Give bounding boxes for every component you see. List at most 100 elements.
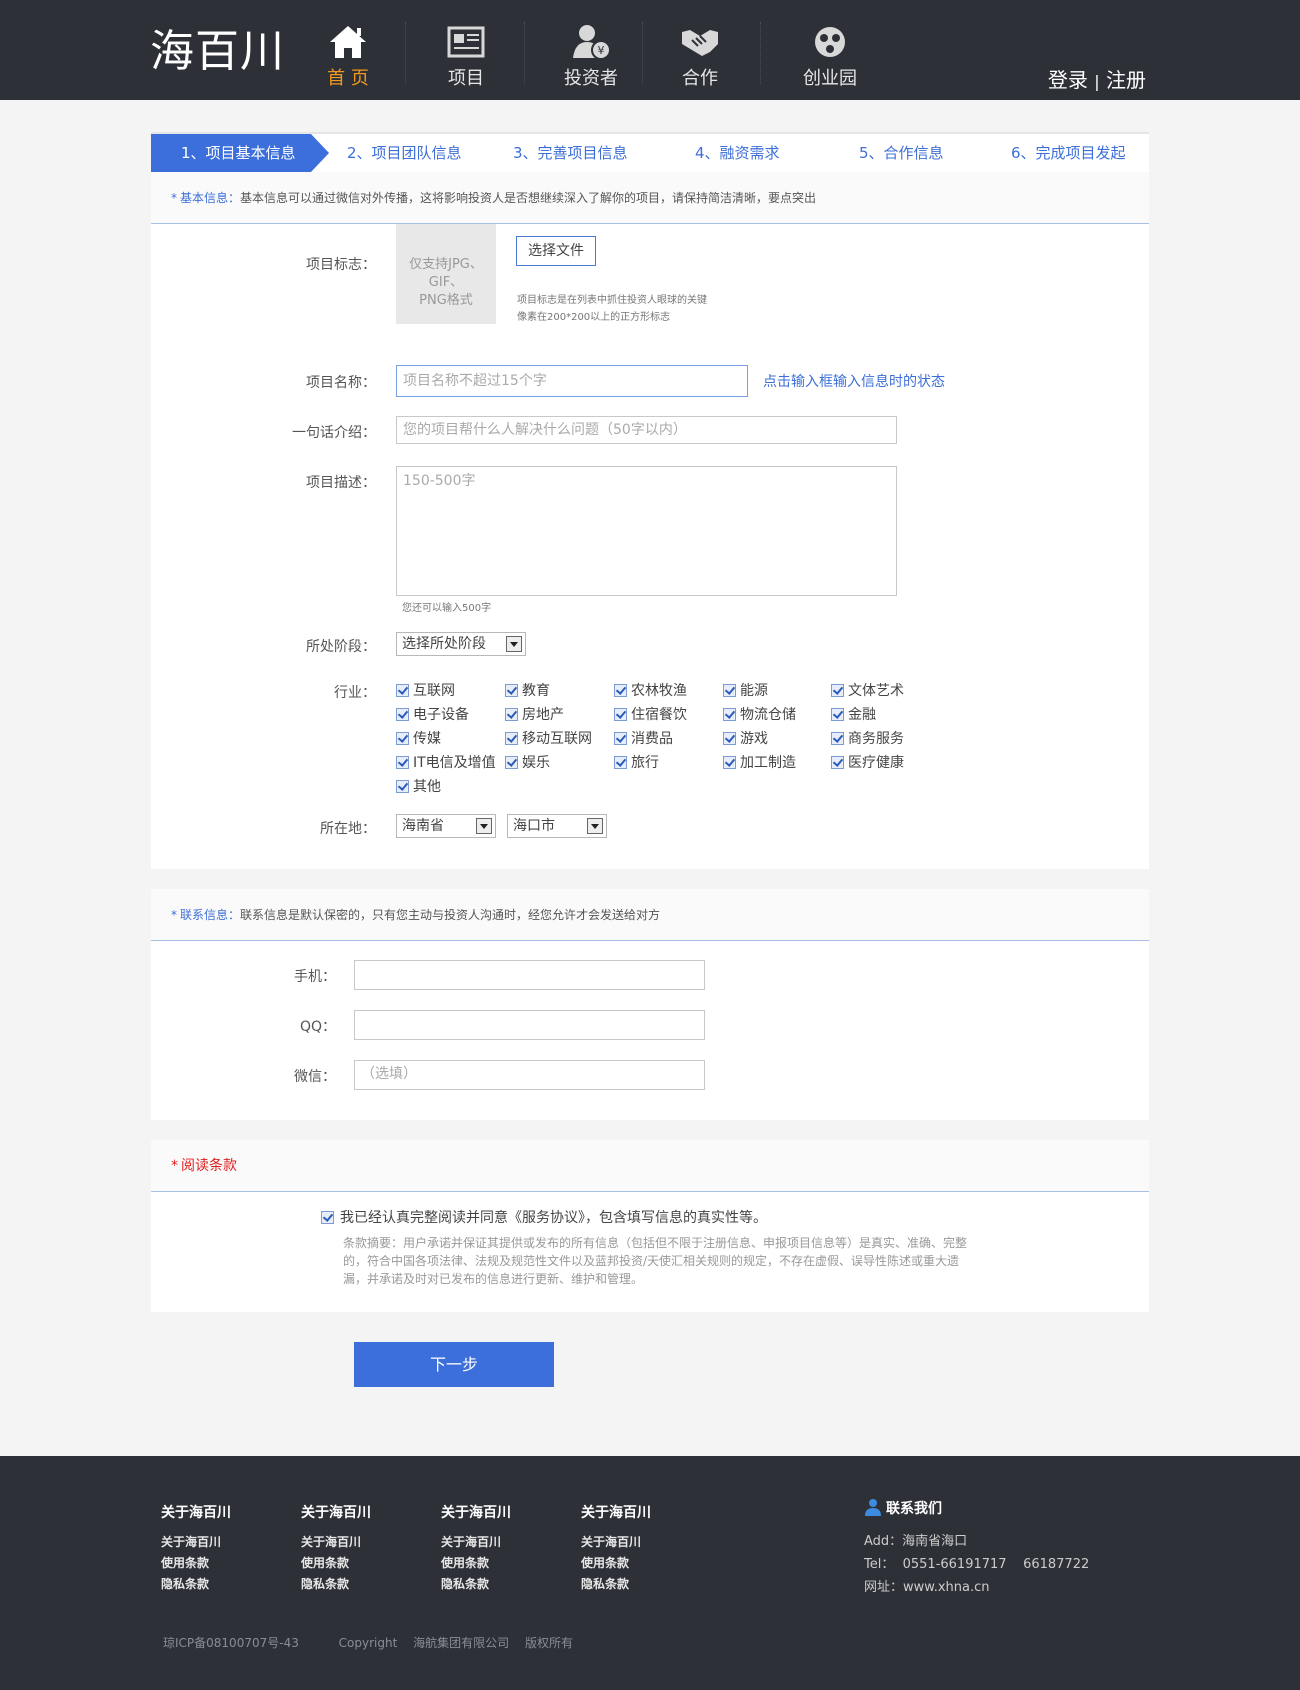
industry-checkbox[interactable]: 移动互联网 (505, 730, 592, 748)
industry-option-label: 传媒 (413, 731, 441, 747)
chevron-down-icon[interactable] (476, 818, 492, 834)
footer-link[interactable]: 隐私条款 (301, 1574, 371, 1595)
city-select-value: 海口市 (513, 818, 555, 834)
step-2[interactable]: 2、项目团队信息 (347, 134, 462, 172)
footer-website[interactable]: 网址：www.xhna.cn (864, 1576, 1089, 1599)
step-3[interactable]: 3、完善项目信息 (513, 134, 628, 172)
checkbox-checked-icon[interactable] (614, 708, 627, 721)
login-link[interactable]: 登录 (1048, 68, 1088, 92)
industry-checkbox[interactable]: 教育 (505, 682, 550, 700)
checkbox-checked-icon[interactable] (505, 684, 518, 697)
checkbox-checked-icon[interactable] (614, 756, 627, 769)
checkbox-checked-icon[interactable] (831, 732, 844, 745)
logo-upload-preview[interactable]: 仅支持JPG、GIF、 PNG格式 (396, 224, 496, 324)
industry-checkbox[interactable]: 互联网 (396, 682, 455, 700)
industry-checkbox[interactable]: IT电信及增值 (396, 754, 496, 772)
agree-terms-checkbox[interactable]: 我已经认真完整阅读并同意《服务协议》，包含填写信息的真实性等。 (321, 1209, 767, 1227)
industry-option-label: 加工制造 (740, 755, 796, 771)
top-header: 海百川 首 页 项目 ¥ 投资者 合作 创业园 登录 | 注册 (0, 0, 1300, 100)
chevron-down-icon[interactable] (506, 636, 522, 652)
nav-cooperation[interactable]: 合作 (645, 22, 755, 90)
industry-checkbox[interactable]: 电子设备 (396, 706, 469, 724)
industry-checkbox[interactable]: 旅行 (614, 754, 659, 772)
step-4[interactable]: 4、融资需求 (695, 134, 780, 172)
register-link[interactable]: 注册 (1106, 68, 1146, 92)
terms-summary-line-2: 的，符合中国各项法律、法规及规范性文件以及蓝邦投资/天使汇相关规则的规定，不存在… (343, 1254, 960, 1268)
industry-option-label: 消费品 (631, 731, 673, 747)
industry-option-label: 文体艺术 (848, 683, 904, 699)
nav-home[interactable]: 首 页 (293, 22, 403, 90)
industry-option-label: 娱乐 (522, 755, 550, 771)
checkbox-checked-icon[interactable] (723, 732, 736, 745)
industry-checkbox[interactable]: 商务服务 (831, 730, 904, 748)
checkbox-checked-icon[interactable] (396, 732, 409, 745)
checkbox-checked-icon[interactable] (396, 708, 409, 721)
wechat-input[interactable]: （选填） (354, 1060, 705, 1090)
icp-number[interactable]: 琼ICP备08100707号-43 (163, 1636, 299, 1650)
svg-text:¥: ¥ (598, 44, 605, 57)
checkbox-checked-icon[interactable] (723, 756, 736, 769)
industry-checkbox[interactable]: 加工制造 (723, 754, 796, 772)
next-step-button[interactable]: 下一步 (354, 1342, 554, 1387)
checkbox-checked-icon[interactable] (396, 780, 409, 793)
checkbox-checked-icon[interactable] (505, 708, 518, 721)
chevron-down-icon[interactable] (587, 818, 603, 834)
checkbox-checked-icon[interactable] (321, 1211, 334, 1224)
checkbox-checked-icon[interactable] (505, 732, 518, 745)
industry-checkbox[interactable]: 住宿餐饮 (614, 706, 687, 724)
footer-link[interactable]: 隐私条款 (441, 1574, 511, 1595)
nav-startup-park[interactable]: 创业园 (775, 22, 885, 90)
industry-checkbox[interactable]: 能源 (723, 682, 768, 700)
industry-checkbox[interactable]: 其他 (396, 778, 441, 796)
footer-link[interactable]: 使用条款 (161, 1553, 231, 1574)
checkbox-checked-icon[interactable] (505, 756, 518, 769)
checkbox-checked-icon[interactable] (396, 684, 409, 697)
industry-checkbox[interactable]: 房地产 (505, 706, 564, 724)
city-select[interactable]: 海口市 (507, 814, 607, 838)
handshake-icon (682, 30, 718, 56)
step-1[interactable]: 1、项目基本信息 (181, 134, 296, 172)
industry-checkbox[interactable]: 金融 (831, 706, 876, 724)
checkbox-checked-icon[interactable] (831, 684, 844, 697)
checkbox-checked-icon[interactable] (723, 684, 736, 697)
footer-link[interactable]: 使用条款 (301, 1553, 371, 1574)
checkbox-checked-icon[interactable] (723, 708, 736, 721)
footer-link[interactable]: 关于海百川 (301, 1532, 371, 1553)
footer-link[interactable]: 隐私条款 (161, 1574, 231, 1595)
terms-title: 阅读条款 (181, 1158, 237, 1174)
province-select[interactable]: 海南省 (396, 814, 496, 838)
project-name-input[interactable]: 项目名称不超过15个字 (396, 365, 748, 397)
footer-link[interactable]: 使用条款 (441, 1553, 511, 1574)
industry-checkbox[interactable]: 娱乐 (505, 754, 550, 772)
industry-checkbox[interactable]: 医疗健康 (831, 754, 904, 772)
checkbox-checked-icon[interactable] (614, 732, 627, 745)
footer-link[interactable]: 关于海百川 (441, 1532, 511, 1553)
site-logo[interactable]: 海百川 (150, 26, 285, 78)
phone-input[interactable] (354, 960, 705, 990)
nav-projects[interactable]: 项目 (411, 22, 521, 90)
stage-select[interactable]: 选择所处阶段 (396, 632, 526, 656)
checkbox-checked-icon[interactable] (614, 684, 627, 697)
logo-format-hint-1: 仅支持JPG、GIF、 (409, 257, 483, 290)
step-5[interactable]: 5、合作信息 (859, 134, 944, 172)
footer-link[interactable]: 关于海百川 (581, 1532, 651, 1553)
checkbox-checked-icon[interactable] (831, 708, 844, 721)
description-textarea[interactable]: 150-500字 (396, 466, 897, 596)
industry-checkbox[interactable]: 物流仓储 (723, 706, 796, 724)
footer-link[interactable]: 使用条款 (581, 1553, 651, 1574)
industry-checkbox[interactable]: 传媒 (396, 730, 441, 748)
investor-icon: ¥ (573, 25, 611, 60)
checkbox-checked-icon[interactable] (831, 756, 844, 769)
industry-checkbox[interactable]: 游戏 (723, 730, 768, 748)
step-6[interactable]: 6、完成项目发起 (1011, 134, 1126, 172)
industry-checkbox[interactable]: 农林牧渔 (614, 682, 687, 700)
footer-link[interactable]: 隐私条款 (581, 1574, 651, 1595)
qq-input[interactable] (354, 1010, 705, 1040)
nav-investors[interactable]: ¥ 投资者 (536, 22, 646, 90)
footer-link[interactable]: 关于海百川 (161, 1532, 231, 1553)
industry-checkbox[interactable]: 文体艺术 (831, 682, 904, 700)
choose-file-button[interactable]: 选择文件 (516, 236, 596, 266)
industry-checkbox[interactable]: 消费品 (614, 730, 673, 748)
intro-input[interactable]: 您的项目帮什么人解决什么问题（50字以内） (396, 416, 897, 444)
checkbox-checked-icon[interactable] (396, 756, 409, 769)
